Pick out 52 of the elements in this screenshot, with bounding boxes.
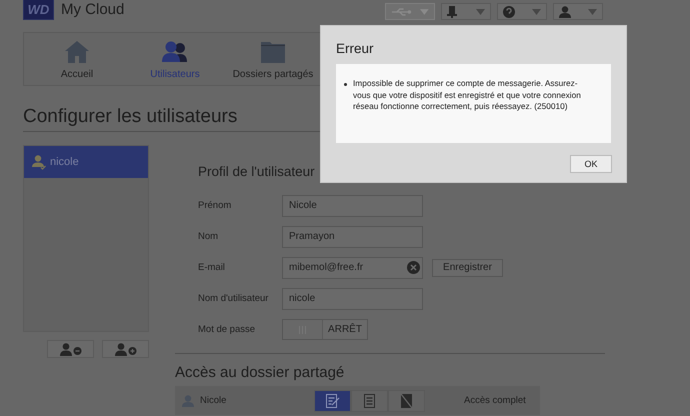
home-icon [65,41,89,63]
access-option[interactable] [388,390,425,412]
field-label: E-mail [198,262,226,273]
clear-icon[interactable] [407,261,420,274]
field-label: Nom d'utilisateur [198,293,270,304]
nav-tab[interactable]: Accueil [28,33,126,85]
field-label: Prénom [198,200,232,211]
toolbar-dropdown[interactable] [553,3,603,20]
error-message: Impossible de supprimer ce compte de messagerie. Assurez-vous que votre dispositif est enregistré et que votre connexion réseau fonctionne correctement, puis réessayez. (250010) [353,78,582,112]
caret-icon [532,8,541,14]
user-list-item[interactable]: nicole [24,146,148,178]
save-button[interactable]: Enregistrer [432,258,503,276]
document-icon [364,394,375,408]
caret-icon [588,8,597,14]
crossed-document-icon [401,394,412,408]
edit-document-icon [326,394,340,408]
add-user-button[interactable] [102,340,149,358]
user-icon [182,394,194,406]
input-field[interactable]: nicole [282,288,423,310]
ok-button[interactable]: OK [570,155,612,173]
nav-tab[interactable]: Dossiers partagés [224,33,322,85]
user-minus-icon [60,342,82,356]
user-name: Nicole [200,395,228,406]
input-field[interactable]: Nicole [282,194,423,216]
user-icon [559,6,571,18]
usb-icon [391,6,412,16]
users-icon [162,41,188,63]
password-toggle[interactable]: ARRÊT [282,319,368,340]
remove-user-button[interactable] [47,340,94,358]
user-check-icon [32,154,47,170]
toolbar-dropdown[interactable] [497,3,547,20]
help-icon [503,6,515,18]
nav-tab[interactable]: Utilisateurs [126,33,224,85]
bullet-icon [344,83,347,86]
section-title: Accès au dossier partagé [175,364,344,382]
email-field[interactable]: mibemol@free.fr [282,256,423,278]
dialog-title: Erreur [336,41,375,57]
folder-icon [261,42,285,63]
page-title: Configurer les utilisateurs [23,106,238,128]
caret-icon [420,8,429,14]
field-label: Mot de passe [198,324,256,335]
field-label: Nom [198,231,220,242]
input-field[interactable]: Pramayon [282,226,423,248]
access-option[interactable] [314,390,351,412]
section-title: Profil de l'utilisateur [198,163,315,181]
caret-icon [476,8,485,14]
logo: WD [23,0,54,20]
app-title: My Cloud [61,1,124,18]
access-option[interactable] [351,390,388,412]
access-level: Accès complet [464,395,526,406]
toolbar-dropdown[interactable] [441,3,491,20]
user-plus-icon [114,342,136,356]
